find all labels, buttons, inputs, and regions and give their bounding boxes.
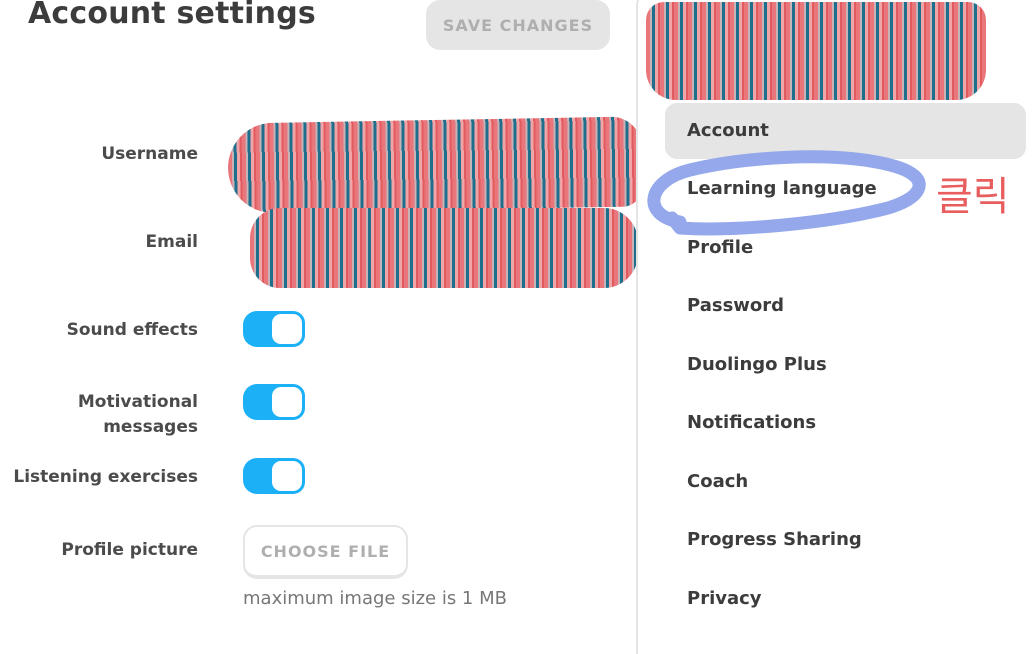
sidebar-item-profile[interactable]: Profile — [687, 236, 753, 260]
listening-exercises-label: Listening exercises — [13, 467, 198, 487]
toggle-knob — [269, 311, 305, 347]
sidebar-item-progress-sharing[interactable]: Progress Sharing — [687, 528, 862, 552]
listening-exercises-toggle[interactable] — [243, 458, 305, 494]
toggle-knob — [269, 458, 305, 494]
choose-file-button[interactable]: CHOOSE FILE — [243, 525, 408, 579]
redacted-email-field[interactable] — [250, 208, 638, 288]
username-label: Username — [101, 144, 198, 164]
motivational-messages-toggle[interactable] — [243, 384, 305, 420]
sidebar-item-password[interactable]: Password — [687, 294, 784, 318]
sound-effects-toggle[interactable] — [243, 311, 305, 347]
motivational-label-line1: Motivational — [77, 392, 198, 412]
sidebar-item-coach[interactable]: Coach — [687, 470, 748, 494]
annotation-click-text: 클릭 — [936, 174, 1010, 220]
sound-effects-label: Sound effects — [66, 320, 198, 340]
save-changes-button[interactable]: SAVE CHANGES — [426, 0, 610, 50]
redacted-username-field[interactable] — [227, 116, 643, 214]
sidebar-item-notifications[interactable]: Notifications — [687, 411, 816, 435]
sidebar-item-learning-language[interactable]: Learning language — [687, 177, 877, 201]
sidebar-item-duolingo-plus[interactable]: Duolingo Plus — [687, 353, 827, 377]
redacted-profile-header — [646, 2, 986, 100]
motivational-label-line2: messages — [103, 417, 198, 437]
image-size-hint: maximum image size is 1 MB — [243, 588, 507, 609]
sidebar-item-privacy[interactable]: Privacy — [687, 587, 762, 611]
toggle-knob — [269, 384, 305, 420]
email-label: Email — [145, 232, 198, 252]
profile-picture-label: Profile picture — [61, 540, 198, 560]
motivational-messages-label: Motivational messages — [78, 390, 198, 440]
sidebar-item-account[interactable]: Account — [687, 119, 769, 143]
page-title: Account settings — [28, 0, 316, 31]
